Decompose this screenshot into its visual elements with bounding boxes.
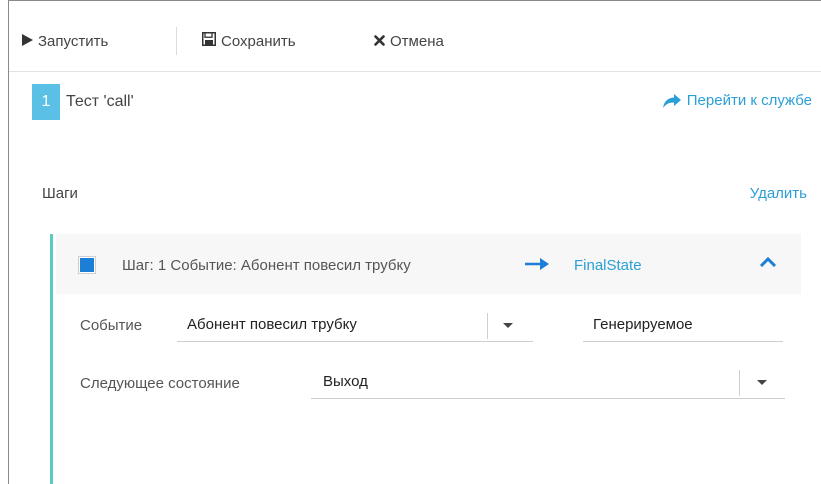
step-target-state[interactable]: FinalState	[574, 257, 642, 274]
event-select-value: Абонент повесил трубку	[187, 316, 357, 333]
step-checkbox[interactable]	[78, 256, 96, 274]
toolbar: Запустить Сохранить Отмена	[9, 1, 821, 72]
chevron-up-icon[interactable]	[758, 254, 778, 270]
save-label: Сохранить	[221, 32, 296, 50]
arrow-right-icon	[524, 256, 550, 277]
play-icon	[21, 33, 33, 50]
floppy-icon	[202, 32, 216, 50]
goto-service-link[interactable]: Перейти к службе	[662, 92, 812, 109]
next-state-select[interactable]: Выход	[311, 366, 785, 399]
close-icon	[374, 33, 385, 50]
step-header-text: Шаг: 1 Событие: Абонент повесил трубку	[122, 257, 411, 274]
checkbox-fill	[80, 258, 94, 272]
share-arrow-icon	[662, 93, 681, 108]
steps-section-title: Шаги	[42, 185, 78, 202]
run-button[interactable]: Запустить	[21, 31, 108, 51]
goto-service-label: Перейти к службе	[686, 92, 812, 109]
toolbar-separator	[176, 27, 177, 55]
caret-down-icon[interactable]	[757, 380, 767, 385]
cancel-button[interactable]: Отмена	[374, 31, 444, 51]
event-type-value: Генерируемое	[593, 316, 693, 333]
cancel-label: Отмена	[390, 32, 444, 50]
run-label: Запустить	[38, 32, 109, 50]
test-title: Тест 'call'	[66, 93, 134, 110]
next-state-value: Выход	[323, 373, 368, 390]
window-left-border	[8, 0, 9, 484]
next-state-label: Следующее состояние	[80, 375, 240, 392]
event-select[interactable]: Абонент повесил трубку	[177, 309, 533, 342]
delete-button[interactable]: Удалить	[750, 185, 807, 202]
select-divider	[487, 313, 488, 339]
step-header[interactable]: Шаг: 1 Событие: Абонент повесил трубку F…	[56, 234, 801, 294]
test-number-badge: 1	[32, 84, 60, 120]
test-header: 1 Тест 'call'	[32, 84, 134, 120]
step-card: Шаг: 1 Событие: Абонент повесил трубку F…	[50, 234, 801, 484]
save-button[interactable]: Сохранить	[202, 31, 296, 51]
event-type-field[interactable]: Генерируемое	[583, 309, 783, 342]
event-label: Событие	[80, 317, 143, 334]
caret-down-icon[interactable]	[503, 323, 513, 328]
select-divider	[739, 370, 740, 396]
